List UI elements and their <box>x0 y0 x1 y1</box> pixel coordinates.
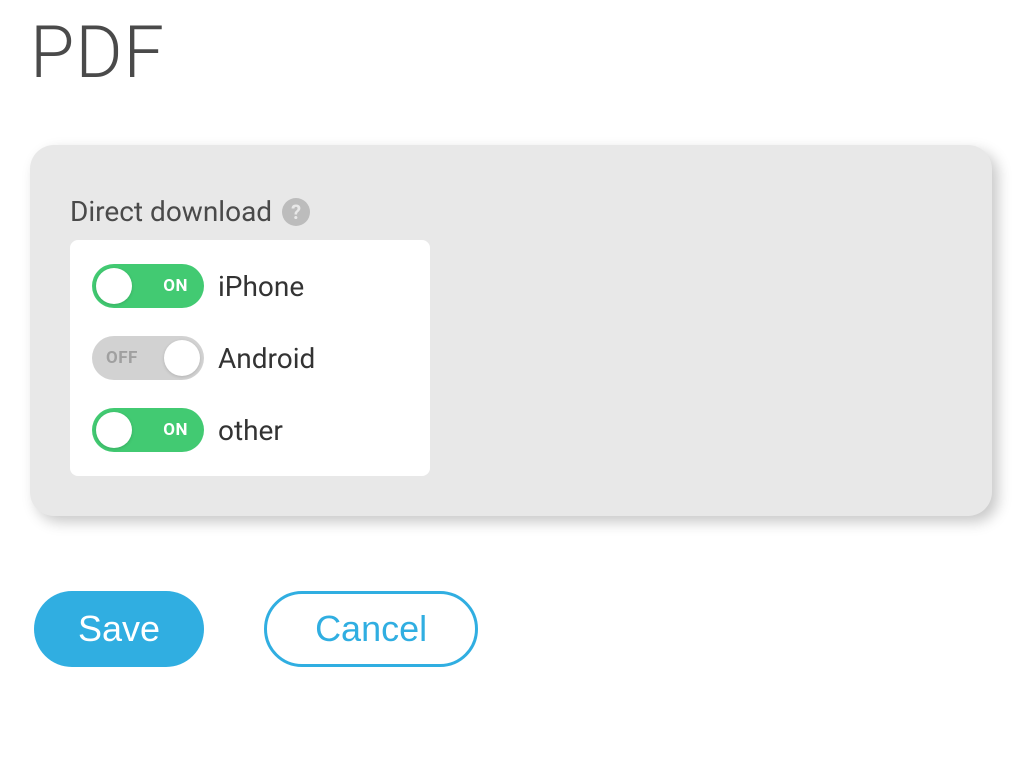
button-row: Save Cancel <box>30 591 992 667</box>
toggle-state-text: ON <box>163 276 188 296</box>
toggle-android[interactable]: OFF <box>92 336 204 380</box>
toggle-knob <box>96 412 132 448</box>
toggle-state-text: OFF <box>106 348 138 368</box>
toggle-label-other: other <box>218 414 283 447</box>
toggle-row-iphone: ON iPhone <box>92 264 408 308</box>
toggle-label-android: Android <box>218 342 315 375</box>
section-header: Direct download ? <box>70 195 952 228</box>
toggle-row-other: ON other <box>92 408 408 452</box>
toggle-label-iphone: iPhone <box>218 270 304 303</box>
section-label: Direct download <box>70 195 272 228</box>
help-icon[interactable]: ? <box>282 198 310 226</box>
save-button[interactable]: Save <box>34 591 204 667</box>
toggle-other[interactable]: ON <box>92 408 204 452</box>
cancel-button[interactable]: Cancel <box>264 591 478 667</box>
toggle-row-android: OFF Android <box>92 336 408 380</box>
toggle-state-text: ON <box>163 420 188 440</box>
page-title: PDF <box>30 10 992 95</box>
toggle-card: ON iPhone OFF Android ON other <box>70 240 430 476</box>
toggle-knob <box>96 268 132 304</box>
toggle-knob <box>164 340 200 376</box>
settings-panel: Direct download ? ON iPhone OFF Android … <box>30 145 992 516</box>
toggle-iphone[interactable]: ON <box>92 264 204 308</box>
